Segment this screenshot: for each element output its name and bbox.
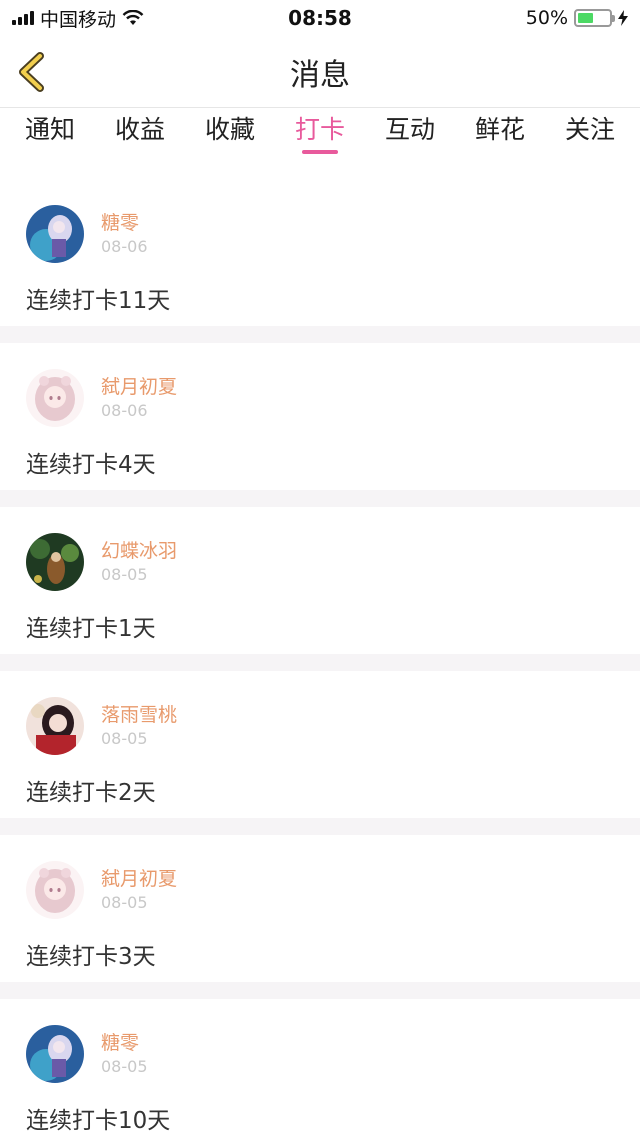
carrier-label: 中国移动 — [40, 8, 117, 31]
list-item[interactable]: 糖零 08-05 连续打卡10天 — [0, 999, 640, 1146]
checkin-message-list: 糖零 08-06 连续打卡11天 弑月初夏 08-06 连续打卡4天 幻蝶冰羽 … — [0, 179, 640, 1146]
message-text: 连续打卡1天 — [26, 616, 156, 642]
avatar[interactable] — [26, 861, 84, 919]
avatar[interactable] — [26, 205, 84, 263]
list-item[interactable]: 幻蝶冰羽 08-05 连续打卡1天 — [0, 507, 640, 654]
list-item[interactable]: 弑月初夏 08-05 连续打卡3天 — [0, 835, 640, 982]
tab-notifications[interactable]: 通知 — [6, 108, 94, 162]
username[interactable]: 幻蝶冰羽 — [101, 538, 177, 564]
username[interactable]: 糖零 — [101, 1030, 148, 1056]
username[interactable]: 糖零 — [101, 210, 148, 236]
message-date: 08-06 — [101, 237, 148, 256]
signal-icon — [12, 11, 34, 25]
username[interactable]: 弑月初夏 — [101, 374, 177, 400]
message-date: 08-06 — [101, 401, 148, 420]
message-date: 08-05 — [101, 729, 148, 748]
tab-favorites[interactable]: 收藏 — [186, 108, 274, 162]
message-text: 连续打卡3天 — [26, 944, 156, 970]
tab-flowers[interactable]: 鲜花 — [456, 108, 544, 162]
tab-earnings[interactable]: 收益 — [96, 108, 184, 162]
avatar[interactable] — [26, 697, 84, 755]
tab-interaction[interactable]: 互动 — [366, 108, 454, 162]
list-item[interactable]: 弑月初夏 08-06 连续打卡4天 — [0, 343, 640, 490]
charging-icon — [618, 10, 628, 26]
tab-bar: 通知 收益 收藏 打卡 互动 鲜花 关注 — [0, 108, 640, 162]
wifi-icon — [122, 10, 144, 25]
message-text: 连续打卡10天 — [26, 1108, 171, 1134]
avatar[interactable] — [26, 533, 84, 591]
message-text: 连续打卡2天 — [26, 780, 156, 806]
message-text: 连续打卡11天 — [26, 288, 171, 314]
tab-follow[interactable]: 关注 — [546, 108, 634, 162]
battery-percent: 50% — [525, 7, 568, 29]
tab-checkin[interactable]: 打卡 — [276, 108, 364, 162]
status-bar: 中国移动 08:58 50% — [0, 0, 640, 36]
username[interactable]: 落雨雪桃 — [101, 702, 177, 728]
status-right: 50% — [526, 7, 628, 29]
avatar[interactable] — [26, 1025, 84, 1083]
nav-bar: 消息 — [0, 36, 640, 108]
status-left: 中国移动 — [12, 5, 144, 32]
message-text: 连续打卡4天 — [26, 452, 156, 478]
avatar[interactable] — [26, 369, 84, 427]
username[interactable]: 弑月初夏 — [101, 866, 177, 892]
page-title: 消息 — [290, 57, 350, 93]
battery-fill — [578, 13, 593, 23]
message-date: 08-05 — [101, 1057, 148, 1076]
list-item[interactable]: 糖零 08-06 连续打卡11天 — [0, 179, 640, 326]
message-date: 08-05 — [101, 893, 148, 912]
battery-icon — [574, 9, 615, 27]
chevron-left-icon[interactable] — [14, 52, 50, 92]
clock: 08:58 — [288, 6, 352, 30]
list-item[interactable]: 落雨雪桃 08-05 连续打卡2天 — [0, 671, 640, 818]
message-date: 08-05 — [101, 565, 148, 584]
